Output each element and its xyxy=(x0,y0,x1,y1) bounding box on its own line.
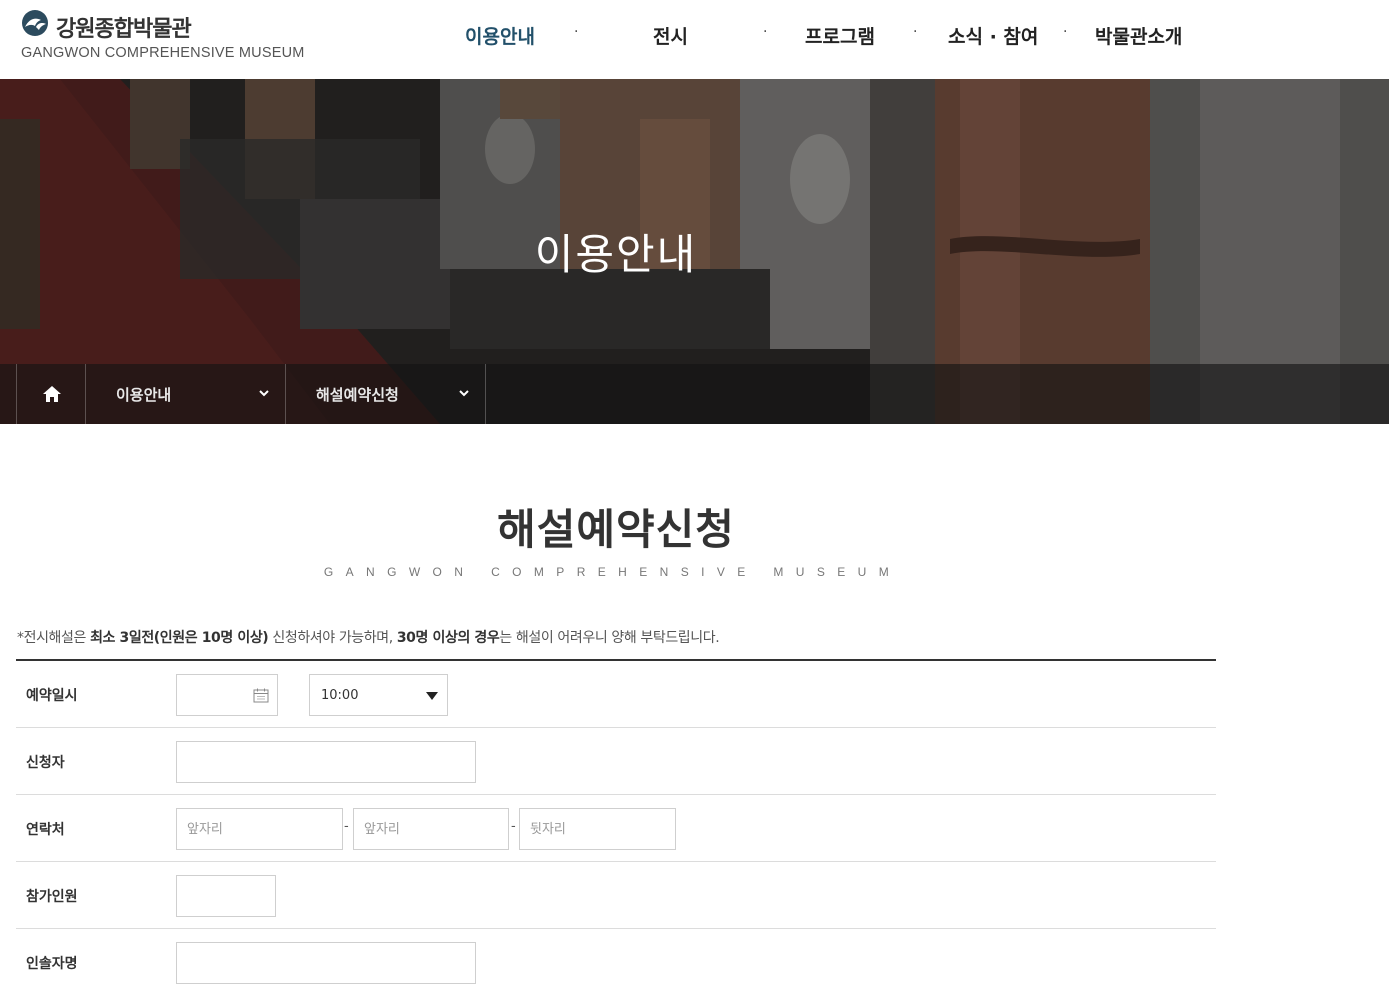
notice-text: *전시해설은 xyxy=(17,630,91,646)
breadcrumb-home-button[interactable] xyxy=(16,364,86,424)
form-row-leader: 인솔자명 xyxy=(16,929,1216,995)
nav-item-exhibition[interactable]: 전시 xyxy=(653,22,688,49)
reservation-form: 예약일시 10:00 신청자 연락처 - - 참가인원 xyxy=(16,659,1216,995)
notice-text: 신청하셔야 가능하며, xyxy=(268,630,397,646)
hero-banner: 이용안내 이용안내 해설예약신청 xyxy=(0,79,1389,424)
applicant-label: 신청자 xyxy=(26,755,65,771)
applicant-input[interactable] xyxy=(176,741,476,783)
dropdown-arrow-icon xyxy=(426,692,438,700)
people-count-input[interactable] xyxy=(176,875,276,917)
calendar-icon[interactable] xyxy=(253,688,269,703)
date-label: 예약일시 xyxy=(26,688,78,704)
breadcrumb: 이용안내 해설예약신청 xyxy=(0,364,1389,424)
notice-text: 는 해설이 어려우니 양해 부탁드립니다. xyxy=(499,630,720,646)
site-header: 강원종합박물관 GANGWON COMPREHENSIVE MUSEUM 이용안… xyxy=(0,0,1389,79)
contact-input-part1[interactable] xyxy=(176,808,343,850)
main-navigation: 이용안내 · 전시 · 프로그램 · 소식 · 참여 · 박물관소개 xyxy=(0,22,1389,52)
breadcrumb-select-depth1[interactable]: 이용안내 xyxy=(86,364,286,424)
nav-item-news[interactable]: 소식 · 참여 xyxy=(948,22,1038,49)
nav-separator: · xyxy=(763,24,768,40)
form-row-applicant: 신청자 xyxy=(16,728,1216,795)
contact-input-part3[interactable] xyxy=(519,808,676,850)
time-select-value: 10:00 xyxy=(321,688,359,703)
people-count-label: 참가인원 xyxy=(26,889,78,905)
form-row-people: 참가인원 xyxy=(16,862,1216,929)
time-select[interactable]: 10:00 xyxy=(309,674,448,716)
contact-input-part2[interactable] xyxy=(353,808,509,850)
page-subtitle: GANGWON COMPREHENSIVE MUSEUM xyxy=(323,565,902,579)
breadcrumb-depth1-label: 이용안내 xyxy=(116,386,172,404)
contact-label: 연락처 xyxy=(26,822,65,838)
hero-title: 이용안내 xyxy=(534,230,698,279)
leader-name-input[interactable] xyxy=(176,942,476,984)
nav-item-guide[interactable]: 이용안내 xyxy=(465,22,535,49)
leader-name-label: 인솔자명 xyxy=(26,956,78,972)
notice-emphasis: 최소 3일전(인원은 10명 이상) xyxy=(90,630,269,646)
breadcrumb-depth2-label: 해설예약신청 xyxy=(316,386,399,404)
contact-separator: - xyxy=(511,819,516,834)
nav-item-about[interactable]: 박물관소개 xyxy=(1095,22,1182,49)
notice-emphasis: 30명 이상의 경우 xyxy=(396,630,500,646)
chevron-down-icon xyxy=(459,390,469,397)
chevron-down-icon xyxy=(259,390,269,397)
page-title: 해설예약신청 xyxy=(497,505,735,554)
date-picker[interactable] xyxy=(176,674,278,716)
nav-item-program[interactable]: 프로그램 xyxy=(805,22,875,49)
contact-separator: - xyxy=(344,819,349,834)
nav-separator: · xyxy=(913,24,918,40)
reservation-notice: *전시해설은 최소 3일전(인원은 10명 이상) 신청하셔야 가능하며, 30… xyxy=(17,627,720,647)
home-icon xyxy=(43,386,61,402)
form-row-date: 예약일시 10:00 xyxy=(16,661,1216,728)
form-row-contact: 연락처 - - xyxy=(16,795,1216,862)
breadcrumb-select-depth2[interactable]: 해설예약신청 xyxy=(286,364,486,424)
nav-separator: · xyxy=(1063,24,1068,40)
nav-separator: · xyxy=(574,24,579,40)
